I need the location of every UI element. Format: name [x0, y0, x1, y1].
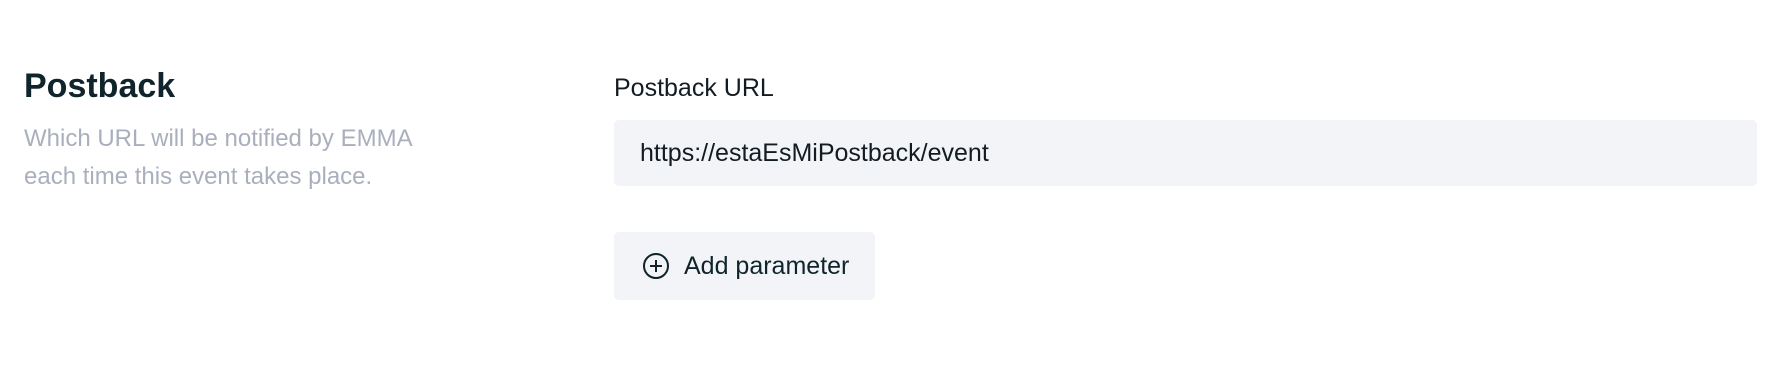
add-parameter-label: Add parameter: [684, 251, 850, 280]
postback-section: Postback Which URL will be notified by E…: [0, 0, 1786, 370]
section-description: Which URL will be notified by EMMA each …: [24, 125, 412, 190]
plus-circle-icon: [642, 252, 670, 280]
postback-url-label: Postback URL: [614, 74, 774, 102]
postback-form: Postback URL Add parameter: [614, 72, 1758, 300]
section-title: Postback: [24, 67, 176, 105]
postback-url-input[interactable]: [614, 120, 1757, 186]
add-parameter-button[interactable]: Add parameter: [614, 232, 876, 300]
section-info: Postback Which URL will be notified by E…: [24, 64, 444, 196]
